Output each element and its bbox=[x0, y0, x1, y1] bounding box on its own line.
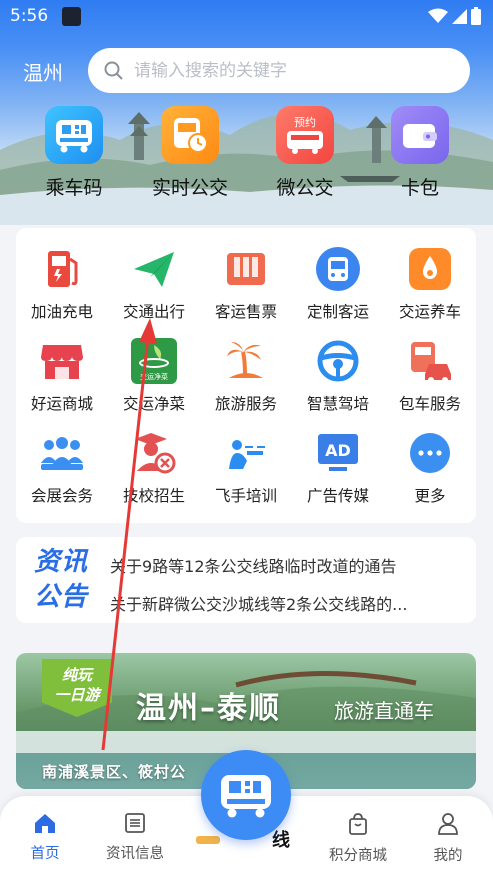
status-bar: 5:56 bbox=[0, 0, 493, 34]
notification-icon bbox=[62, 7, 81, 26]
quick-action-label: 微公交 bbox=[276, 177, 334, 199]
bus-clock-icon bbox=[174, 118, 208, 153]
car-oil-icon bbox=[409, 248, 451, 290]
tab-home[interactable]: 首页 bbox=[0, 812, 90, 863]
meeting-icon bbox=[41, 437, 83, 470]
service-school-enrollment[interactable]: 技校招生 bbox=[108, 428, 200, 506]
qr-bus-icon bbox=[221, 775, 271, 818]
drone-icon bbox=[229, 440, 265, 469]
service-more[interactable]: 更多 bbox=[384, 428, 476, 506]
custom-bus-icon bbox=[316, 247, 360, 291]
vegetable-icon-text: 交运净菜 bbox=[140, 372, 168, 381]
battery-icon bbox=[471, 7, 481, 25]
service-label: 更多 bbox=[414, 487, 446, 505]
news-logo: 资讯 公告 bbox=[34, 547, 89, 612]
service-clean-vegetables[interactable]: 交运净菜 交运净菜 bbox=[108, 336, 200, 414]
charter-icon bbox=[411, 342, 451, 383]
banner-title: 温州–泰顺 bbox=[136, 691, 281, 726]
quick-action-realtime-bus[interactable]: 实时公交 bbox=[140, 106, 240, 200]
news-item[interactable]: 关于9路等12条公交线路临时改道的通告 bbox=[110, 553, 466, 577]
city-selector[interactable]: 温州 bbox=[23, 57, 63, 86]
service-shop[interactable]: 好运商城 bbox=[16, 336, 108, 414]
tab-label: 积分商城 bbox=[329, 848, 387, 864]
service-custom-passenger[interactable]: 定制客运 bbox=[292, 244, 384, 322]
tab-label: 首页 bbox=[30, 846, 60, 862]
services-grid: 加油充电 交通出行 客运售票 定制客运 交运养车 好运商城 交运净菜 交运净菜 … bbox=[16, 228, 476, 523]
search-input[interactable] bbox=[134, 60, 434, 81]
service-fuel-charge[interactable]: 加油充电 bbox=[16, 244, 108, 322]
quick-action-label: 乘车码 bbox=[45, 177, 103, 199]
service-label: 广告传媒 bbox=[306, 487, 369, 505]
search-bar[interactable] bbox=[88, 48, 470, 93]
ad-icon: AD bbox=[318, 434, 358, 471]
service-smart-driving[interactable]: 智慧驾培 bbox=[292, 336, 384, 414]
palm-tree-icon bbox=[227, 342, 263, 378]
quick-action-label: 实时公交 bbox=[151, 177, 228, 199]
tab-profile[interactable]: 我的 bbox=[403, 812, 493, 865]
service-label: 技校招生 bbox=[122, 487, 185, 505]
service-car-maintenance[interactable]: 交运养车 bbox=[384, 244, 476, 322]
quick-actions: 乘车码 实时公交 预约 微公交 卡包 bbox=[0, 106, 493, 206]
service-label: 智慧驾培 bbox=[306, 395, 369, 413]
home-icon bbox=[35, 814, 55, 833]
tab-points-mall[interactable]: 积分商城 bbox=[313, 812, 403, 865]
wifi-icon bbox=[428, 8, 448, 23]
signal-icon bbox=[452, 9, 467, 24]
ticket-icon bbox=[227, 253, 265, 285]
service-tourism[interactable]: 旅游服务 bbox=[200, 336, 292, 414]
shopping-bag-icon bbox=[349, 813, 367, 835]
quick-action-label: 卡包 bbox=[400, 177, 439, 199]
qr-bus-icon bbox=[56, 120, 92, 153]
tab-label: 资讯信息 bbox=[106, 846, 164, 862]
graduate-icon bbox=[135, 433, 176, 474]
service-label: 好运商城 bbox=[30, 395, 93, 413]
reserve-badge-text: 预约 bbox=[294, 116, 316, 129]
ad-icon-text: AD bbox=[325, 441, 351, 460]
service-charter[interactable]: 包车服务 bbox=[384, 336, 476, 414]
peek-shape bbox=[196, 836, 220, 844]
person-icon bbox=[438, 813, 458, 835]
status-time: 5:56 bbox=[10, 6, 49, 26]
quick-action-card-wallet[interactable]: 卡包 bbox=[370, 106, 470, 200]
service-label: 客运售票 bbox=[214, 303, 277, 321]
quick-action-micro-bus[interactable]: 预约 微公交 bbox=[255, 106, 355, 200]
reserve-bus-icon: 预约 bbox=[287, 116, 323, 154]
service-label: 加油充电 bbox=[30, 303, 93, 321]
search-icon bbox=[104, 61, 123, 80]
service-exhibition[interactable]: 会展会务 bbox=[16, 428, 108, 506]
steering-wheel-icon bbox=[317, 340, 359, 382]
wallet-icon bbox=[403, 124, 437, 148]
news-item[interactable]: 关于新辟微公交沙城线等2条公交线路的... bbox=[110, 591, 466, 615]
news-list-icon bbox=[125, 813, 145, 833]
service-label: 飞手培训 bbox=[214, 487, 277, 505]
more-icon bbox=[410, 433, 450, 473]
service-passenger-ticket[interactable]: 客运售票 bbox=[200, 244, 292, 322]
service-label: 交通出行 bbox=[122, 303, 185, 321]
ride-code-fab[interactable] bbox=[201, 750, 291, 840]
service-label: 定制客运 bbox=[306, 303, 369, 321]
vegetable-icon: 交运净菜 bbox=[131, 338, 177, 384]
service-label: 包车服务 bbox=[398, 395, 461, 413]
service-traffic-travel[interactable]: 交通出行 bbox=[108, 244, 200, 322]
service-label: 交运养车 bbox=[398, 303, 461, 321]
service-label: 会展会务 bbox=[30, 487, 93, 505]
service-label: 旅游服务 bbox=[214, 395, 277, 413]
tab-label: 我的 bbox=[433, 848, 463, 864]
tab-news[interactable]: 资讯信息 bbox=[90, 812, 180, 863]
fuel-icon bbox=[48, 251, 78, 287]
service-label: 交运净菜 bbox=[122, 395, 185, 413]
quick-action-ride-code[interactable]: 乘车码 bbox=[24, 106, 124, 200]
news-announcements: 资讯 公告 关于9路等12条公交线路临时改道的通告 关于新辟微公交沙城线等2条公… bbox=[16, 537, 476, 623]
shop-icon bbox=[41, 345, 83, 379]
paper-plane-icon bbox=[134, 252, 174, 287]
banner-subtitle: 旅游直通车 bbox=[334, 699, 434, 723]
service-drone-training[interactable]: 飞手培训 bbox=[200, 428, 292, 506]
peek-text: 线 bbox=[272, 830, 290, 851]
service-advertising[interactable]: AD 广告传媒 bbox=[292, 428, 384, 506]
banner-location: 南浦溪景区、筱村公 bbox=[42, 763, 187, 781]
